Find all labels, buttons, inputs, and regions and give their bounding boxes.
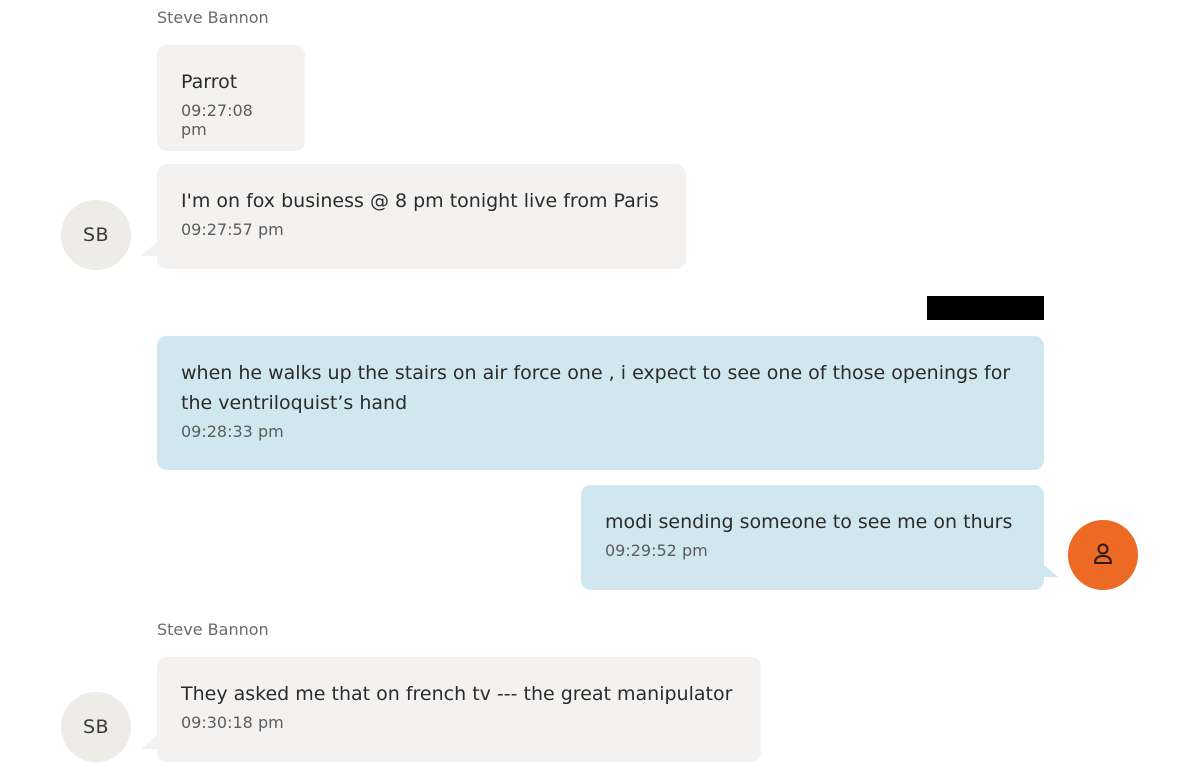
sender-name: Steve Bannon (157, 620, 269, 639)
avatar-initials: SB (82, 224, 110, 246)
bubble-tail (141, 735, 157, 749)
message-bubble[interactable]: when he walks up the stairs on air force… (157, 336, 1044, 470)
message-timestamp: 09:30:18 pm (181, 713, 284, 732)
message-bubble[interactable]: Parrot 09:27:08 pm (157, 45, 305, 151)
message-text: I'm on fox business @ 8 pm tonight live … (181, 190, 659, 212)
message-timestamp: 09:27:57 pm (181, 220, 284, 239)
message-text: Parrot (181, 71, 238, 93)
redacted-sender-name (927, 296, 1044, 320)
message-bubble[interactable]: I'm on fox business @ 8 pm tonight live … (157, 164, 686, 269)
bubble-tail (1042, 563, 1058, 577)
message-timestamp: 09:27:08 pm (181, 101, 253, 139)
message-timestamp: 09:29:52 pm (605, 541, 708, 560)
message-timestamp: 09:28:33 pm (181, 422, 284, 441)
sender-avatar[interactable]: SB (61, 692, 131, 762)
bubble-tail (141, 242, 157, 256)
sender-name: Steve Bannon (157, 8, 269, 27)
user-avatar[interactable] (1068, 520, 1138, 590)
sender-avatar[interactable]: SB (61, 200, 131, 270)
message-bubble[interactable]: They asked me that on french tv --- the … (157, 657, 761, 762)
person-icon (1091, 541, 1115, 569)
message-text: when he walks up the stairs on air force… (181, 362, 1017, 414)
avatar-initials: SB (82, 716, 110, 738)
message-text: They asked me that on french tv --- the … (181, 683, 733, 705)
message-text: modi sending someone to see me on thurs (605, 511, 1013, 533)
message-bubble[interactable]: modi sending someone to see me on thurs … (581, 485, 1044, 590)
